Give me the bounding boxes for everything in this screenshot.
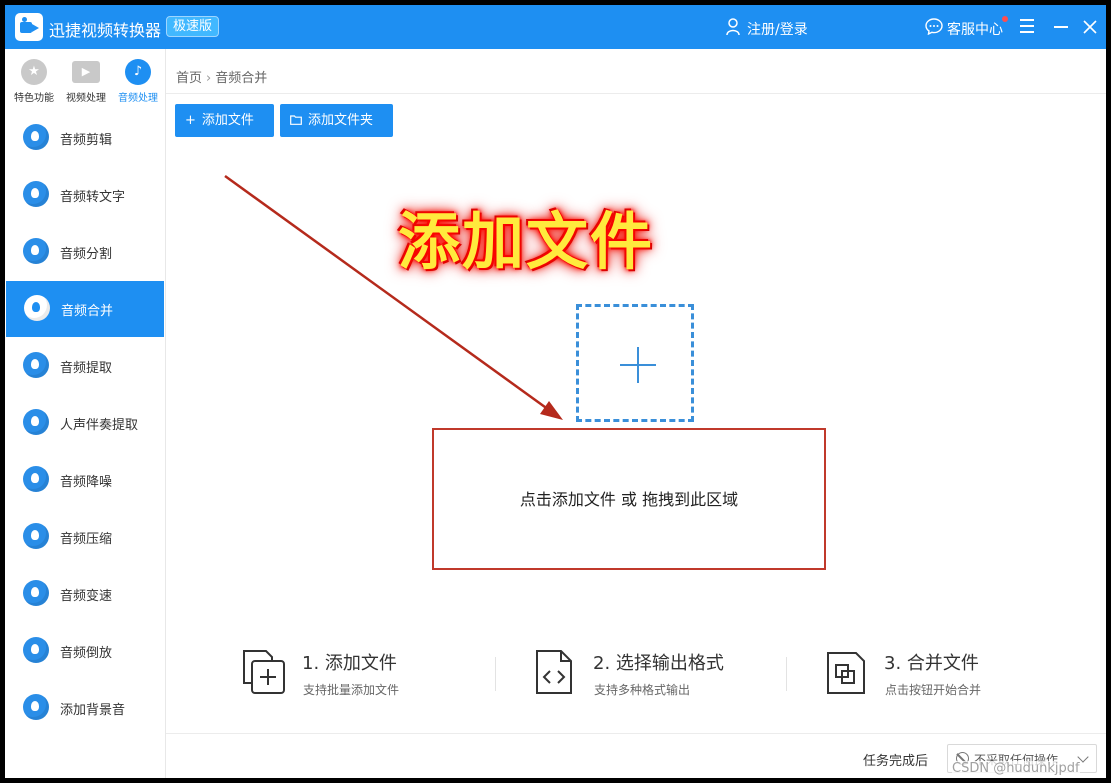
category-label: 音频处理 bbox=[118, 93, 158, 104]
sidebar-item-label: 音频分割 bbox=[60, 247, 113, 262]
sidebar-item-audio-split[interactable]: 音频分割 bbox=[5, 224, 164, 280]
watermark: CSDN @hudunkjpdf bbox=[952, 761, 1080, 776]
step-merge: 3. 合并文件 点击按钮开始合并 bbox=[822, 647, 1072, 703]
sidebar-item-label: 添加背景音 bbox=[60, 703, 126, 718]
music-note-icon: ♪ bbox=[125, 59, 151, 85]
sidebar-item-label: 音频合并 bbox=[61, 304, 114, 319]
sidebar-item-audio-extract[interactable]: 音频提取 bbox=[5, 338, 164, 394]
divider bbox=[166, 733, 1106, 734]
after-task-label: 任务完成后 bbox=[863, 754, 929, 769]
sidebar-item-audio-to-text[interactable]: 音频转文字 bbox=[5, 167, 164, 223]
folder-icon bbox=[290, 115, 302, 125]
step-desc: 支持多种格式输出 bbox=[594, 683, 691, 697]
breadcrumb-home[interactable]: 首页 bbox=[176, 71, 202, 86]
divider bbox=[786, 657, 787, 691]
category-label: 视频处理 bbox=[66, 93, 106, 104]
sidebar-item-audio-reverse[interactable]: 音频倒放 bbox=[5, 623, 164, 679]
step-title: 1. 添加文件 bbox=[302, 653, 397, 674]
sidebar-item-audio-merge[interactable]: 音频合并 bbox=[6, 281, 164, 337]
audio-denoise-icon bbox=[23, 466, 49, 492]
breadcrumb: 首页 › 音频合并 bbox=[176, 67, 267, 86]
title-bar: 迅捷视频转换器 极速版 注册/登录 客服中心 bbox=[5, 5, 1106, 49]
merge-icon bbox=[827, 652, 865, 694]
audio-extract-icon bbox=[23, 352, 49, 378]
sidebar: ★ 特色功能 ▶ 视频处理 ♪ 音频处理 音频剪辑 音频转文字 音频分割 音频合… bbox=[5, 49, 166, 778]
hamburger-menu-icon[interactable] bbox=[1020, 19, 1034, 33]
sidebar-item-label: 音频变速 bbox=[60, 589, 113, 604]
audio-reverse-icon bbox=[23, 637, 49, 663]
divider bbox=[495, 657, 496, 691]
audio-split-icon bbox=[23, 238, 49, 264]
audio-merge-icon bbox=[24, 295, 50, 321]
step-title: 2. 选择输出格式 bbox=[593, 653, 724, 674]
sidebar-item-label: 音频降噪 bbox=[60, 475, 113, 490]
category-label: 特色功能 bbox=[14, 93, 54, 104]
close-icon[interactable] bbox=[1082, 19, 1098, 35]
sidebar-item-label: 音频倒放 bbox=[60, 646, 113, 661]
plus-icon-vertical bbox=[637, 347, 639, 383]
add-folder-button[interactable]: 添加文件夹 bbox=[280, 104, 393, 137]
add-file-dropzone-plus[interactable] bbox=[576, 304, 694, 422]
minimize-icon[interactable] bbox=[1054, 26, 1068, 28]
login-register-link[interactable]: 注册/登录 bbox=[747, 19, 808, 39]
vocal-extract-icon bbox=[23, 409, 49, 435]
customer-service-link[interactable]: 客服中心 bbox=[947, 19, 1003, 39]
main-panel: 首页 › 音频合并 + 添加文件 添加文件夹 添加文件 点击添加文件 或 拖拽到此区域 bbox=[166, 49, 1106, 778]
sidebar-item-vocal-extract[interactable]: 人声伴奏提取 bbox=[5, 395, 164, 451]
star-icon: ★ bbox=[21, 59, 47, 85]
step-title: 3. 合并文件 bbox=[884, 653, 979, 674]
category-audio[interactable]: ♪ 音频处理 bbox=[111, 59, 165, 104]
edition-badge: 极速版 bbox=[166, 16, 220, 37]
step-output-format: 2. 选择输出格式 支持多种格式输出 bbox=[531, 647, 781, 703]
category-feature[interactable]: ★ 特色功能 bbox=[7, 59, 61, 104]
chat-bubble-icon[interactable] bbox=[925, 18, 943, 35]
code-file-icon bbox=[536, 650, 572, 694]
step-add-file: 1. 添加文件 支持批量添加文件 bbox=[240, 647, 490, 703]
divider bbox=[166, 93, 1106, 94]
add-file-button[interactable]: + 添加文件 bbox=[175, 104, 274, 137]
plus-icon: + bbox=[185, 113, 196, 128]
sidebar-item-label: 音频提取 bbox=[60, 361, 113, 376]
step-desc: 支持批量添加文件 bbox=[303, 683, 400, 697]
sidebar-item-label: 音频压缩 bbox=[60, 532, 113, 547]
app-window: 迅捷视频转换器 极速版 注册/登录 客服中心 ★ 特色功能 ▶ 视频处理 ♪ 音… bbox=[5, 5, 1106, 778]
step-desc: 点击按钮开始合并 bbox=[885, 683, 982, 697]
sidebar-item-audio-compress[interactable]: 音频压缩 bbox=[5, 509, 164, 565]
drop-zone[interactable]: 点击添加文件 或 拖拽到此区域 bbox=[432, 428, 826, 570]
audio-edit-icon bbox=[23, 124, 49, 150]
audio-compress-icon bbox=[23, 523, 49, 549]
camera-logo-icon bbox=[15, 13, 43, 41]
audio-to-text-icon bbox=[23, 181, 49, 207]
add-bgm-icon bbox=[23, 694, 49, 720]
sidebar-item-audio-denoise[interactable]: 音频降噪 bbox=[5, 452, 164, 508]
sidebar-item-add-bgm[interactable]: 添加背景音 bbox=[5, 680, 164, 736]
user-icon[interactable] bbox=[726, 18, 740, 36]
annotation-headline: 添加文件 bbox=[398, 205, 655, 278]
app-title: 迅捷视频转换器 bbox=[49, 21, 162, 40]
sidebar-item-label: 音频剪辑 bbox=[60, 133, 113, 148]
film-icon: ▶ bbox=[72, 61, 100, 83]
drop-zone-hint: 点击添加文件 或 拖拽到此区域 bbox=[519, 490, 739, 509]
audio-speed-icon bbox=[23, 580, 49, 606]
sidebar-item-audio-edit[interactable]: 音频剪辑 bbox=[5, 110, 164, 166]
sidebar-item-label: 音频转文字 bbox=[60, 190, 126, 205]
notification-dot bbox=[1002, 16, 1008, 22]
add-file-icon bbox=[243, 650, 285, 694]
sidebar-item-label: 人声伴奏提取 bbox=[60, 418, 139, 433]
breadcrumb-current: 音频合并 bbox=[215, 71, 268, 86]
sidebar-item-audio-speed[interactable]: 音频变速 bbox=[5, 566, 164, 622]
category-video[interactable]: ▶ 视频处理 bbox=[59, 59, 113, 104]
chevron-right-icon: › bbox=[206, 71, 212, 86]
add-folder-label: 添加文件夹 bbox=[308, 113, 374, 128]
add-file-label: 添加文件 bbox=[201, 113, 254, 128]
